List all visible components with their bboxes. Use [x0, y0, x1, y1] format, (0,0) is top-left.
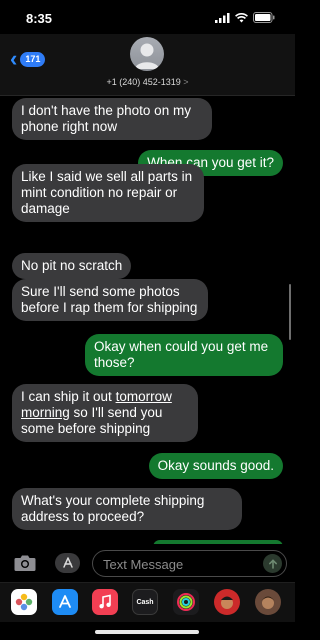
camera-icon[interactable]	[14, 554, 36, 572]
contact-number: +1 (240) 452-1319	[106, 77, 181, 87]
back-button[interactable]: ‹ 171	[10, 46, 46, 71]
conversation-header: ‹ 171 +1 (240) 452-1319 >	[0, 34, 295, 96]
app-store-button[interactable]	[55, 553, 80, 573]
chevron-right-icon: >	[183, 77, 189, 87]
app-store-icon[interactable]	[52, 589, 78, 615]
home-indicator[interactable]	[95, 630, 199, 634]
photos-flower-icon	[15, 593, 33, 611]
photos-app-icon[interactable]	[11, 589, 37, 615]
status-icons	[215, 12, 275, 23]
compose-bar	[0, 544, 295, 582]
app-store-a-icon	[62, 557, 73, 568]
message-bubble-incoming[interactable]: Like I said we sell all parts in mint co…	[12, 164, 204, 222]
activity-rings-icon	[177, 593, 195, 611]
chevron-left-icon: ‹	[10, 46, 18, 71]
apple-cash-icon[interactable]: Cash	[132, 589, 158, 615]
cellular-signal-icon	[215, 12, 230, 23]
wifi-icon	[235, 12, 248, 22]
memoji-icon-1[interactable]	[214, 589, 240, 615]
arrow-up-icon	[268, 558, 277, 569]
battery-icon	[253, 12, 275, 23]
message-input[interactable]	[103, 555, 253, 573]
unread-count-badge: 171	[20, 51, 46, 67]
message-text: I can ship it out	[21, 389, 116, 404]
memoji-icon-2[interactable]	[255, 589, 281, 615]
message-bubble-incoming[interactable]: I can ship it out tomorrow morning so I'…	[12, 384, 198, 442]
status-time: 8:35	[26, 11, 53, 26]
app-store-a-glyph-icon	[59, 595, 71, 608]
apple-cash-label: Cash	[136, 598, 154, 606]
memoji-face-2-icon	[261, 596, 275, 609]
message-bubble-outgoing[interactable]: Okay sounds good.	[148, 453, 283, 479]
message-list[interactable]: I don't have the photo on my phone right…	[0, 96, 295, 544]
person-silhouette-icon	[135, 43, 159, 69]
message-bubble-incoming[interactable]: Sure I'll send some photos before I rap …	[12, 279, 208, 321]
message-bubble-outgoing[interactable]: Okay when could you get me those?	[85, 334, 283, 376]
message-bubble-incoming[interactable]: What's your complete shipping address to…	[12, 488, 242, 530]
send-button[interactable]	[263, 554, 282, 573]
music-note-icon	[99, 594, 111, 609]
memoji-face-icon	[221, 596, 233, 609]
music-icon[interactable]	[92, 589, 118, 615]
message-bubble-incoming[interactable]: No pit no scratch	[12, 253, 132, 279]
contact-name[interactable]: +1 (240) 452-1319 >	[0, 77, 295, 87]
app-drawer: Cash	[0, 582, 295, 622]
contact-avatar[interactable]	[130, 37, 164, 71]
activity-icon[interactable]	[173, 589, 199, 615]
scroll-indicator[interactable]	[289, 284, 291, 340]
message-bubble-incoming[interactable]: I don't have the photo on my phone right…	[12, 98, 212, 140]
message-input-field[interactable]	[92, 550, 287, 577]
status-bar: 8:35	[0, 0, 295, 34]
